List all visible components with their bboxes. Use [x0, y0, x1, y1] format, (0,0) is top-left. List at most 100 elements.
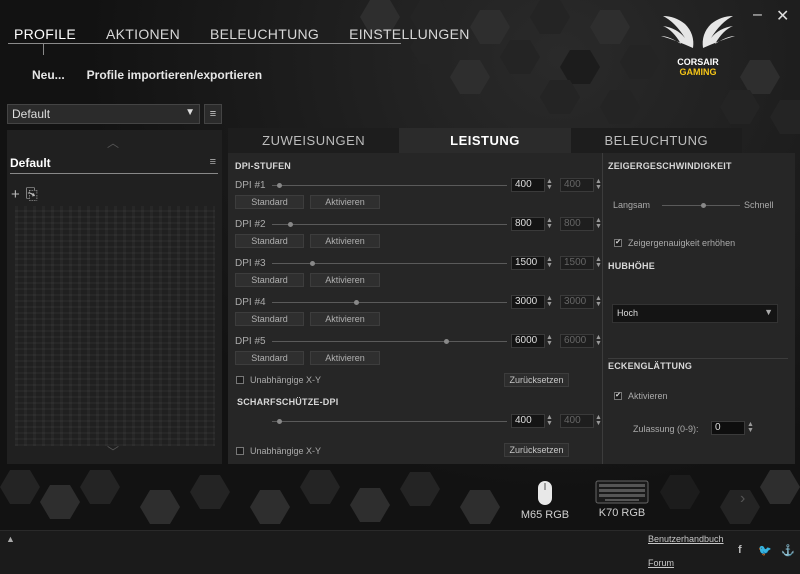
- spinner-arrows-icon[interactable]: ▲ ▼: [546, 256, 553, 269]
- dpi-standard-button[interactable]: Standard: [235, 234, 304, 248]
- spinner-arrows-icon[interactable]: ▲ ▼: [595, 217, 602, 230]
- column-divider: [602, 153, 603, 464]
- spinner-arrows-icon[interactable]: ▲ ▼: [747, 421, 754, 434]
- profile-list-item[interactable]: Default ≡: [10, 156, 218, 174]
- sniper-dpi-y-input[interactable]: 400: [560, 414, 594, 428]
- close-button[interactable]: ✕: [776, 6, 789, 26]
- dpi-stage-label: DPI #5: [235, 336, 266, 347]
- nav-settings[interactable]: EINSTELLUNGEN: [343, 24, 476, 44]
- spinner-arrows-icon[interactable]: ▲ ▼: [595, 414, 602, 427]
- dpi-standard-button[interactable]: Standard: [235, 351, 304, 365]
- pointer-speed-knob[interactable]: [701, 203, 706, 208]
- nav-underline: [8, 43, 401, 44]
- dpi-stage-slider-knob[interactable]: [310, 261, 315, 266]
- pointer-speed-slider[interactable]: [662, 203, 740, 208]
- dpi-activate-button[interactable]: Aktivieren: [310, 312, 380, 326]
- dpi-standard-button[interactable]: Standard: [235, 273, 304, 287]
- sniper-reset-button[interactable]: Zurücksetzen: [504, 443, 569, 457]
- dpi-stage-slider-knob[interactable]: [288, 222, 293, 227]
- dpi-activate-button[interactable]: Aktivieren: [310, 195, 380, 209]
- lift-height-dropdown[interactable]: Hoch ▼: [612, 304, 778, 323]
- scroll-down-icon[interactable]: ﹀: [107, 443, 119, 460]
- manual-link[interactable]: Benutzerhandbuch: [648, 534, 724, 544]
- spinner-arrows-icon[interactable]: ▲ ▼: [595, 295, 602, 308]
- dpi-activate-button[interactable]: Aktivieren: [310, 273, 380, 287]
- profile-menu-button[interactable]: ≡: [204, 104, 222, 124]
- sniper-slider-knob[interactable]: [277, 419, 282, 424]
- dpi-stage-slider[interactable]: [272, 339, 507, 344]
- dpi-reset-button[interactable]: Zurücksetzen: [504, 373, 569, 387]
- dpi-stage-y-input[interactable]: 800: [560, 217, 594, 231]
- dpi-stage-input[interactable]: 800: [511, 217, 545, 231]
- facebook-icon[interactable]: f: [738, 544, 742, 556]
- dpi-stage-label: DPI #1: [235, 180, 266, 191]
- hamburger-icon[interactable]: ≡: [210, 156, 216, 168]
- new-profile-link[interactable]: Neu...: [32, 68, 65, 82]
- dpi-stage-y-input[interactable]: 3000: [560, 295, 594, 309]
- dpi-stage-slider[interactable]: [272, 222, 507, 227]
- independent-xy-checkbox[interactable]: [236, 376, 244, 384]
- dpi-stage-input[interactable]: 400: [511, 178, 545, 192]
- chevron-down-icon: ▼: [185, 107, 195, 118]
- profile-tools: + ⎘: [11, 186, 38, 203]
- dpi-stage-y-input[interactable]: 1500: [560, 256, 594, 270]
- chevron-up-icon[interactable]: ▲: [6, 534, 15, 544]
- dpi-stage-slider-knob[interactable]: [444, 339, 449, 344]
- twitter-icon[interactable]: 🐦: [758, 544, 772, 557]
- device-k70[interactable]: K70 RGB: [592, 480, 652, 519]
- logo-text: CORSAIR: [677, 57, 719, 67]
- corsair-icon[interactable]: ⚓: [781, 544, 795, 557]
- device-m65-label: M65 RGB: [520, 509, 570, 521]
- mouse-icon: [538, 481, 552, 505]
- tab-assignments[interactable]: ZUWEISUNGEN: [228, 128, 400, 153]
- precision-checkbox[interactable]: ✔: [614, 239, 622, 247]
- dpi-stage-slider-knob[interactable]: [354, 300, 359, 305]
- corsair-logo: CORSAIR GAMING: [655, 12, 741, 77]
- tolerance-input[interactable]: 0: [711, 421, 745, 435]
- sails-logo-icon: [661, 16, 735, 48]
- dpi-stage-slider-knob[interactable]: [277, 183, 282, 188]
- dpi-stage-input[interactable]: 3000: [511, 295, 545, 309]
- spinner-arrows-icon[interactable]: ▲ ▼: [595, 178, 602, 191]
- spinner-arrows-icon[interactable]: ▲ ▼: [546, 217, 553, 230]
- sniper-title: SCHARFSCHÜTZE-DPI: [237, 397, 339, 407]
- dpi-stage-y-input[interactable]: 400: [560, 178, 594, 192]
- nav-profile[interactable]: PROFILE: [8, 24, 82, 44]
- link-profile-icon[interactable]: ⎘: [26, 186, 38, 203]
- forum-link[interactable]: Forum: [648, 558, 674, 568]
- tolerance-label: Zulassung (0-9):: [633, 424, 699, 434]
- dpi-stage-input[interactable]: 6000: [511, 334, 545, 348]
- profile-dropdown[interactable]: Default ▼: [7, 104, 200, 124]
- spinner-arrows-icon[interactable]: ▲ ▼: [546, 178, 553, 191]
- nav-actions[interactable]: AKTIONEN: [100, 24, 186, 44]
- sniper-dpi-input[interactable]: 400: [511, 414, 545, 428]
- tab-lighting[interactable]: BELEUCHTUNG: [570, 128, 742, 153]
- angle-snapping-checkbox[interactable]: ✔: [614, 392, 622, 400]
- spinner-arrows-icon[interactable]: ▲ ▼: [546, 334, 553, 347]
- angle-snapping-label: Aktivieren: [628, 391, 668, 401]
- dpi-stage-slider[interactable]: [272, 300, 507, 305]
- chevron-right-icon[interactable]: ›: [740, 490, 745, 508]
- dpi-stage-slider[interactable]: [272, 261, 507, 266]
- tab-performance[interactable]: LEISTUNG: [399, 128, 571, 153]
- sniper-independent-xy-checkbox[interactable]: [236, 447, 244, 455]
- dpi-standard-button[interactable]: Standard: [235, 312, 304, 326]
- sniper-slider[interactable]: [272, 419, 507, 424]
- independent-xy-label: Unabhängige X-Y: [250, 375, 322, 385]
- dpi-stage-slider[interactable]: [272, 183, 507, 188]
- nav-lighting[interactable]: BELEUCHTUNG: [204, 24, 325, 44]
- device-m65[interactable]: M65 RGB: [520, 480, 570, 521]
- spinner-arrows-icon[interactable]: ▲ ▼: [546, 414, 553, 427]
- import-export-link[interactable]: Profile importieren/exportieren: [87, 68, 262, 82]
- dpi-standard-button[interactable]: Standard: [235, 195, 304, 209]
- dpi-stage-input[interactable]: 1500: [511, 256, 545, 270]
- dpi-activate-button[interactable]: Aktivieren: [310, 351, 380, 365]
- scroll-up-icon[interactable]: ︿: [107, 134, 119, 151]
- spinner-arrows-icon[interactable]: ▲ ▼: [595, 256, 602, 269]
- minimize-button[interactable]: –: [753, 6, 762, 24]
- spinner-arrows-icon[interactable]: ▲ ▼: [595, 334, 602, 347]
- add-icon[interactable]: +: [11, 186, 20, 203]
- spinner-arrows-icon[interactable]: ▲ ▼: [546, 295, 553, 308]
- dpi-stage-y-input[interactable]: 6000: [560, 334, 594, 348]
- dpi-activate-button[interactable]: Aktivieren: [310, 234, 380, 248]
